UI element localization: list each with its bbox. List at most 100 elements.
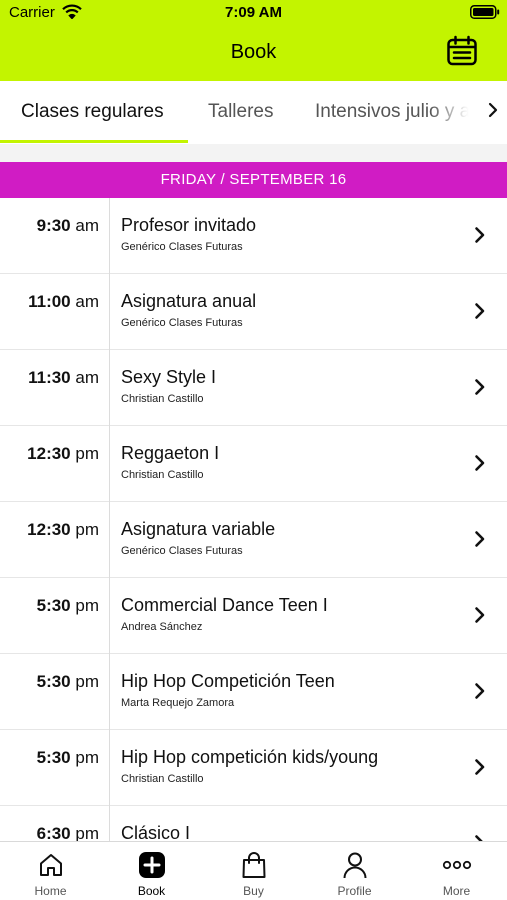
tab-home-label: Home	[34, 884, 67, 898]
category-tabs: Clases regulares Talleres Intensivos jul…	[0, 81, 507, 144]
section-spacer	[0, 144, 507, 162]
tab-profile-label: Profile	[337, 884, 372, 898]
class-instructor: Christian Castillo	[121, 393, 204, 405]
class-title: Commercial Dance Teen I	[121, 595, 328, 615]
class-row[interactable]: 5:30 pm Commercial Dance Teen I Andrea Sán…	[0, 578, 507, 654]
class-instructor: Genérico Clases Futuras	[121, 545, 243, 557]
class-title: Asignatura anual	[121, 291, 257, 311]
chevron-right-icon	[488, 102, 498, 123]
plus-square-icon	[101, 851, 202, 879]
class-instructor: Genérico Clases Futuras	[121, 241, 243, 253]
class-row[interactable]: 9:30 am Profesor invitado Genérico Clases …	[0, 198, 507, 274]
class-row[interactable]: 12:30 pm Asignatura variable Genérico Clas…	[0, 502, 507, 578]
tab-home[interactable]: Home	[0, 842, 101, 900]
class-time-value: 12:30	[27, 444, 71, 463]
calendar-button[interactable]	[445, 35, 479, 72]
tabs-scroll-button[interactable]	[478, 81, 507, 144]
class-time-value: 9:30	[36, 216, 71, 235]
class-row[interactable]: 12:30 pm Reggaeton I Christian Castillo	[0, 426, 507, 502]
chevron-right-icon	[475, 531, 485, 547]
chevron-right-icon	[475, 227, 485, 243]
class-time: 12:30 pm	[0, 520, 99, 540]
class-instructor: Genérico Clases Futuras	[121, 317, 243, 329]
row-divider	[109, 198, 110, 274]
row-divider	[109, 350, 110, 426]
class-time-value: 11:00	[28, 292, 71, 311]
home-icon	[0, 851, 101, 879]
class-time-value: 5:30	[36, 596, 71, 615]
class-title: Clásico I	[121, 823, 191, 841]
class-instructor: Christian Castillo	[121, 469, 204, 481]
class-instructor: Christian Castillo	[121, 773, 204, 785]
tab-more-label: More	[442, 884, 471, 898]
class-row[interactable]: 5:30 pm Hip Hop Competición Teen Marta Req…	[0, 654, 507, 730]
class-time: 9:30 am	[0, 216, 99, 236]
class-time-value: 6:30	[36, 824, 71, 841]
chevron-right-icon	[475, 455, 485, 471]
class-title: Hip Hop Competición Teen	[121, 671, 335, 691]
tab-clases-regulares[interactable]: Clases regulares	[21, 101, 164, 123]
class-time-ampm: pm	[75, 596, 99, 615]
class-title: Hip Hop competición kids/young	[121, 747, 379, 767]
class-time-value: 12:30	[27, 520, 71, 539]
tab-buy-label: Buy	[243, 884, 264, 898]
date-header: FRIDAY / SEPTEMBER 16	[0, 162, 507, 198]
class-time-ampm: pm	[75, 824, 99, 841]
class-time: 5:30 pm	[0, 672, 99, 692]
class-time-ampm: am	[75, 216, 99, 235]
tab-buy[interactable]: Buy	[203, 842, 304, 900]
calendar-icon	[446, 35, 478, 72]
chevron-right-icon	[475, 379, 485, 395]
class-time-ampm: pm	[75, 444, 99, 463]
bottom-tab-bar: Home Book Buy Profile More	[0, 841, 507, 900]
class-time-ampm: am	[75, 368, 99, 387]
class-time-ampm: pm	[75, 520, 99, 539]
class-row[interactable]: 5:30 pm Hip Hop competición kids/young Chr…	[0, 730, 507, 806]
class-row[interactable]: 11:30 am Sexy Style I Christian Castillo	[0, 350, 507, 426]
class-time-ampm: pm	[75, 748, 99, 767]
class-row[interactable]: 11:00 am Asignatura anual Genérico Clases …	[0, 274, 507, 350]
tab-more[interactable]: More	[406, 842, 507, 900]
active-tab-indicator	[0, 140, 188, 143]
status-bar: Carrier 7:09 AM	[0, 0, 507, 26]
chevron-right-icon	[475, 607, 485, 623]
class-time-ampm: am	[75, 292, 99, 311]
class-time: 12:30 pm	[0, 444, 99, 464]
class-time: 6:30 pm	[0, 824, 99, 841]
class-row[interactable]: 6:30 pm Clásico I	[0, 806, 507, 841]
row-divider	[109, 578, 110, 654]
row-divider	[109, 806, 110, 841]
tab-book[interactable]: Book	[101, 842, 202, 900]
more-icon	[406, 851, 507, 879]
row-divider	[109, 426, 110, 502]
class-instructor: Marta Requejo Zamora	[121, 697, 235, 709]
class-instructor: Andrea Sánchez	[121, 621, 203, 633]
navigation-bar: Book	[0, 26, 507, 81]
user-icon	[304, 851, 405, 879]
class-list[interactable]: 9:30 am Profesor invitado Genérico Clases …	[0, 198, 507, 841]
status-time: 7:09 AM	[225, 4, 282, 21]
row-divider	[109, 654, 110, 730]
class-time-ampm: pm	[75, 672, 99, 691]
chevron-right-icon	[475, 835, 483, 841]
tab-talleres[interactable]: Talleres	[208, 101, 273, 123]
class-title: Sexy Style I	[121, 367, 217, 387]
class-time: 5:30 pm	[0, 748, 99, 768]
shopping-bag-icon	[203, 851, 304, 879]
class-time: 11:00 am	[0, 292, 99, 312]
class-title: Profesor invitado	[121, 215, 257, 235]
row-divider	[109, 730, 110, 806]
tab-fade	[430, 81, 478, 144]
class-title: Asignatura variable	[121, 519, 276, 539]
row-divider	[109, 274, 110, 350]
row-divider	[109, 502, 110, 578]
page-title: Book	[230, 41, 277, 63]
tab-book-label: Book	[137, 884, 166, 898]
tab-profile[interactable]: Profile	[304, 842, 405, 900]
class-time: 11:30 am	[0, 368, 99, 388]
class-time-value: 11:30	[28, 368, 71, 387]
class-time: 5:30 pm	[0, 596, 99, 616]
class-time-value: 5:30	[36, 748, 71, 767]
chevron-right-icon	[475, 759, 485, 775]
chevron-right-icon	[475, 683, 485, 699]
